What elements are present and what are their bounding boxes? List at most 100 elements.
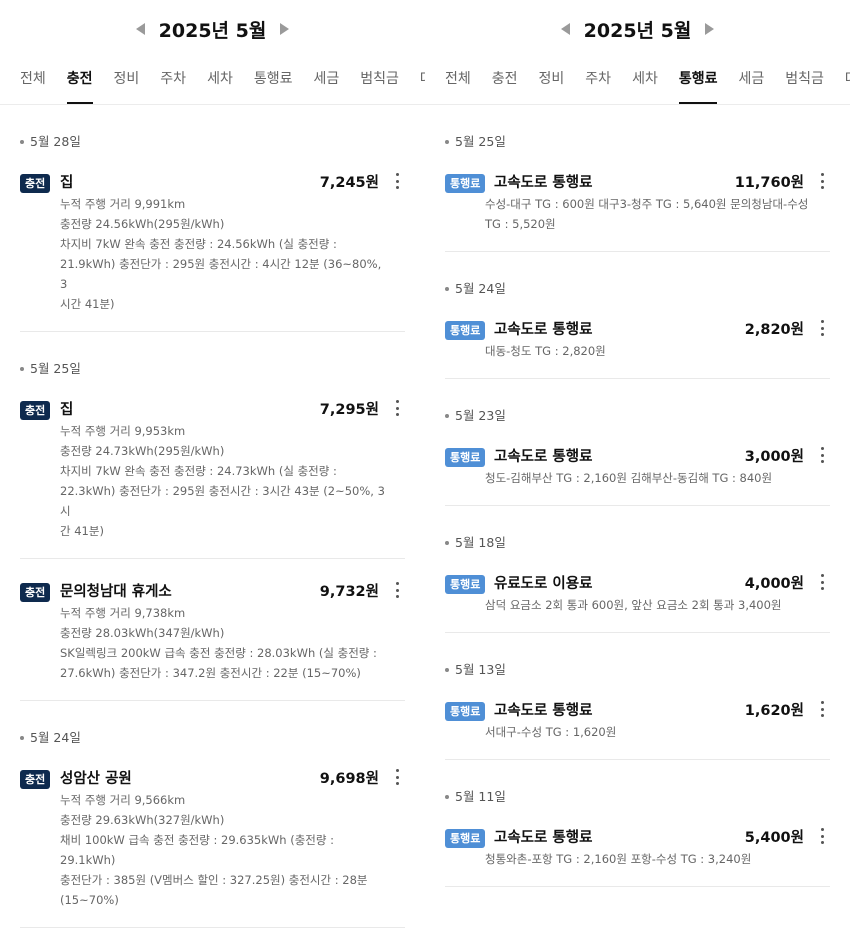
tab-5[interactable]: 통행료: [678, 56, 717, 104]
tab-6[interactable]: 세금: [313, 56, 339, 102]
expense-item[interactable]: 통행료 고속도로 통행료 3,000원 청도-김해부산 TG : 2,160원 김해부…: [445, 424, 830, 506]
detail-line: 대동-청도 TG : 2,820원: [485, 344, 606, 358]
tab-6[interactable]: 세금: [738, 56, 764, 102]
tab-2[interactable]: 정비: [114, 56, 140, 102]
expense-item[interactable]: 통행료 고속도로 통행료 1,620원 서대구-수성 TG : 1,620원: [445, 678, 830, 760]
month-selector: 2025년 5월: [425, 14, 850, 44]
tab-8[interactable]: 대: [845, 56, 850, 102]
item-title: 집: [60, 174, 74, 191]
date-header: 5월 24일: [445, 281, 850, 297]
item-amount: 9,732원: [319, 583, 379, 600]
detail-line: 충전량 29.63kWh(327원/kWh): [60, 813, 225, 827]
detail-line: 누적 주행 거리 9,738km: [60, 606, 186, 620]
more-options-icon[interactable]: [820, 828, 824, 844]
item-details: 대동-청도 TG : 2,820원: [485, 341, 814, 361]
month-title: 2025년 5월: [583, 19, 692, 42]
category-badge: 통행료: [445, 829, 486, 848]
month-title: 2025년 5월: [158, 19, 267, 42]
detail-line: 차지비 7kW 완속 충전 충전량 : 24.73kWh (실 충전량 :: [60, 464, 337, 478]
tab-5[interactable]: 통행료: [254, 56, 293, 102]
tab-0[interactable]: 전체: [445, 56, 471, 102]
more-options-icon[interactable]: [820, 173, 824, 189]
detail-line: 누적 주행 거리 9,566km: [60, 793, 186, 807]
expense-item[interactable]: 통행료 고속도로 통행료 11,760원 수성-대구 TG : 600원 대구3-청주…: [445, 150, 830, 252]
next-month-icon[interactable]: [280, 23, 290, 35]
item-amount: 4,000원: [744, 575, 804, 592]
tab-1[interactable]: 충전: [492, 56, 518, 102]
item-title: 문의청남대 휴게소: [60, 583, 172, 600]
detail-line: 서대구-수성 TG : 1,620원: [485, 725, 617, 739]
detail-line: 충전량 24.73kWh(295원/kWh): [60, 444, 225, 458]
category-tabs: 전체충전정비주차세차통행료세금범칙금대: [0, 56, 425, 105]
more-options-icon[interactable]: [395, 769, 399, 785]
item-amount: 7,245원: [319, 174, 379, 191]
item-details: 누적 주행 거리 9,953km 충전량 24.73kWh(295원/kWh) 차지…: [60, 421, 389, 541]
tab-3[interactable]: 주차: [160, 56, 186, 102]
tab-0[interactable]: 전체: [20, 56, 46, 102]
more-options-icon[interactable]: [395, 173, 399, 189]
more-options-icon[interactable]: [820, 320, 824, 336]
date-header: 5월 25일: [445, 134, 850, 150]
date-header: 5월 25일: [20, 361, 425, 377]
item-amount: 2,820원: [744, 321, 804, 338]
item-amount: 5,400원: [744, 829, 804, 846]
prev-month-icon[interactable]: [560, 23, 570, 35]
item-amount: 11,760원: [734, 174, 804, 191]
date-header: 5월 18일: [445, 535, 850, 551]
prev-month-icon[interactable]: [135, 23, 145, 35]
tab-1[interactable]: 충전: [66, 56, 93, 104]
expense-item[interactable]: 충전 집 7,295원 누적 주행 거리 9,953km 충전량 24.73kWh(29…: [20, 377, 405, 559]
detail-line: 21.9kWh) 충전단가 : 295원 충전시간 : 4시간 12분 (36~…: [60, 257, 382, 291]
expense-item[interactable]: 충전 성암산 공원 9,698원누적 주행 거리 9,566km 충전량 29.63k…: [20, 746, 405, 928]
detail-line: 충전량 28.03kWh(347원/kWh): [60, 626, 225, 640]
category-badge: 통행료: [445, 702, 486, 721]
expense-item[interactable]: 충전 문의청남대 휴게소 9,732원누적 주행 거리 9,738km 충전량 28.…: [20, 559, 405, 701]
item-amount: 3,000원: [744, 448, 804, 465]
more-options-icon[interactable]: [820, 447, 824, 463]
item-title: 고속도로 통행료: [494, 702, 593, 719]
expense-list: 5월 28일 충전 집 7,245원 누적 주행 거리 9,991km 충전량 24.56…: [0, 105, 425, 945]
left-panel: 2025년 5월 전체충전정비주차세차통행료세금범칙금대 5월 28일충전집7,…: [0, 0, 425, 945]
detail-line: 채비 100kW 급속 충전 충전량 : 29.635kWh (충전량 : 29…: [60, 833, 334, 867]
tab-4[interactable]: 세차: [632, 56, 658, 102]
category-badge: 충전: [20, 583, 51, 602]
detail-line: 22.3kWh) 충전단가 : 295원 충전시간 : 3시간 43분 (2~5…: [60, 484, 385, 518]
date-header: 5월 28일: [20, 134, 425, 150]
category-badge: 충전: [20, 770, 51, 789]
tab-4[interactable]: 세차: [207, 56, 233, 102]
category-badge: 통행료: [445, 575, 486, 594]
more-options-icon[interactable]: [820, 701, 824, 717]
month-selector: 2025년 5월: [0, 14, 425, 44]
item-details: 수성-대구 TG : 600원 대구3-청주 TG : 5,640원 문의청남대…: [485, 194, 814, 234]
tab-2[interactable]: 정비: [539, 56, 565, 102]
item-amount: 9,698원: [319, 770, 379, 787]
category-badge: 충전: [20, 401, 51, 420]
tab-3[interactable]: 주차: [585, 56, 611, 102]
expense-item[interactable]: 통행료 고속도로 통행료 5,400원 청통와촌-포항 TG : 2,160원 포항-…: [445, 805, 830, 887]
next-month-icon[interactable]: [705, 23, 715, 35]
category-tabs: 전체 충전 정비 주차 세차 통행료 세금 범칙금 대: [425, 56, 850, 105]
detail-line: 누적 주행 거리 9,953km: [60, 424, 186, 438]
item-title: 고속도로 통행료: [494, 448, 593, 465]
date-header: 5월 24일: [20, 730, 425, 746]
item-details: 서대구-수성 TG : 1,620원: [485, 722, 814, 742]
expense-item[interactable]: 통행료 유료도로 이용료 4,000원삼덕 요금소 2회 통과 600원, 앞산 요…: [445, 551, 830, 633]
item-title: 유료도로 이용료: [494, 575, 593, 592]
more-options-icon[interactable]: [395, 400, 399, 416]
date-header: 5월 13일: [445, 662, 850, 678]
expense-item[interactable]: 통행료 고속도로 통행료 2,820원 대동-청도 TG : 2,820원: [445, 297, 830, 379]
detail-line: 충전량 24.56kWh(295원/kWh): [60, 217, 225, 231]
category-badge: 통행료: [445, 321, 486, 340]
expense-item[interactable]: 충전 집 7,245원 누적 주행 거리 9,991km 충전량 24.56kWh(29…: [20, 150, 405, 332]
item-title: 성암산 공원: [60, 770, 132, 787]
date-header: 5월 23일: [445, 408, 850, 424]
detail-line: 차지비 7kW 완속 충전 충전량 : 24.56kWh (실 충전량 :: [60, 237, 337, 251]
right-panel: 2025년 5월 전체충전정비주차세차통행료세금범칙금대 5월 25일통행료고속…: [425, 0, 850, 945]
tab-7[interactable]: 범칙금: [360, 56, 399, 102]
tab-7[interactable]: 범칙금: [785, 56, 824, 102]
item-title: 집: [60, 401, 74, 418]
more-options-icon[interactable]: [395, 582, 399, 598]
item-details: 누적 주행 거리 9,738km 충전량 28.03kWh(347원/kWh) SK…: [60, 603, 389, 683]
item-details: 삼덕 요금소 2회 통과 600원, 앞산 요금소 2회 통과 3,400원: [485, 595, 814, 615]
more-options-icon[interactable]: [820, 574, 824, 590]
